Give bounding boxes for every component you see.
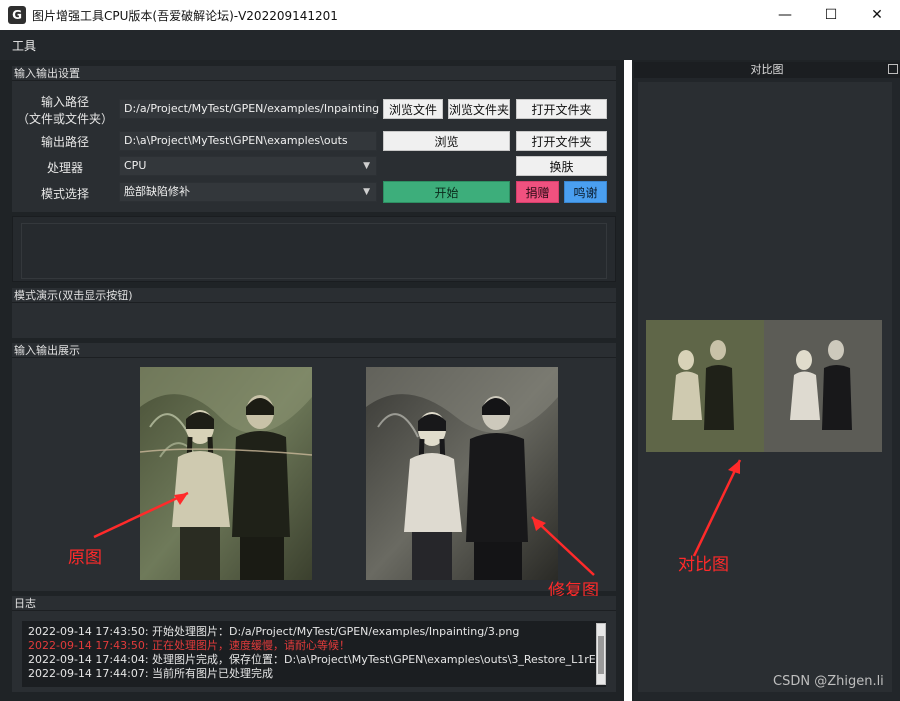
output-path-field[interactable]: D:\a\Project\MyTest\GPEN\examples\outs	[119, 131, 377, 151]
browse-file-button[interactable]: 浏览文件	[383, 99, 443, 119]
io-settings-title: 输入输出设置	[12, 66, 616, 81]
original-label: 原图	[68, 548, 102, 568]
arrow-restored-icon	[531, 516, 595, 576]
compare-pane: 对比图 对比图	[634, 62, 900, 700]
app-logo-icon: G	[8, 6, 26, 24]
window-title: 图片增强工具CPU版本(吾爱破解论坛)-V202209141201	[32, 8, 338, 23]
log-list[interactable]: 2022-09-14 17:43:50: 开始处理图片：D:/a/Project…	[22, 621, 606, 687]
io-display-title: 输入输出展示	[12, 343, 616, 358]
log-scrollbar[interactable]	[596, 623, 606, 685]
thanks-button[interactable]: 鸣谢	[564, 181, 607, 203]
compare-body: 对比图	[638, 82, 892, 692]
minimize-icon: —	[778, 7, 792, 23]
title-bar: G 图片增强工具CPU版本(吾爱破解论坛)-V202209141201 — ☐ …	[0, 0, 900, 30]
maximize-icon: ☐	[824, 7, 838, 23]
empty-panel-inner	[21, 223, 607, 279]
processor-value: CPU	[124, 159, 147, 172]
splitter[interactable]	[624, 60, 632, 701]
close-icon: ✕	[871, 7, 883, 23]
arrow-compare-icon	[692, 459, 742, 557]
compare-image	[646, 320, 882, 452]
open-folder-button[interactable]: 打开文件夹	[516, 99, 607, 119]
minimize-button[interactable]: —	[762, 0, 808, 30]
mode-demo-group: 模式演示(双击显示按钮)	[12, 288, 616, 338]
io-display-group: 输入输出展示 原图	[12, 343, 616, 591]
io-settings-group: 输入输出设置 输入路径 （文件或文件夹） D:/a/Project/MyTest…	[12, 66, 616, 212]
processor-select[interactable]: CPU ▼	[119, 156, 377, 176]
menu-tools[interactable]: 工具	[12, 37, 36, 54]
input-path-label: 输入路径	[40, 95, 89, 109]
undock-icon[interactable]	[888, 64, 898, 74]
log-group: 日志 2022-09-14 17:43:50: 开始处理图片：D:/a/Proj…	[12, 596, 616, 692]
output-path-label: 输出路径	[40, 135, 89, 149]
swap-skin-button[interactable]: 换肤	[516, 156, 607, 176]
input-path-sublabel: （文件或文件夹）	[16, 112, 113, 126]
donate-button[interactable]: 捐赠	[516, 181, 559, 203]
open-output-folder-button[interactable]: 打开文件夹	[516, 131, 607, 151]
menu-bar: 工具	[0, 30, 900, 60]
processor-label: 处理器	[46, 161, 83, 175]
browse-output-button[interactable]: 浏览	[383, 131, 510, 151]
start-button[interactable]: 开始	[383, 181, 510, 203]
arrow-original-icon	[93, 491, 189, 539]
compare-title: 对比图	[634, 62, 900, 78]
left-pane: 输入输出设置 输入路径 （文件或文件夹） D:/a/Project/MyTest…	[8, 62, 620, 700]
mode-demo-title: 模式演示(双击显示按钮)	[12, 288, 616, 303]
log-title: 日志	[12, 596, 616, 611]
log-line: 2022-09-14 17:44:04: 处理图片完成，保存位置：D:\a\Pr…	[28, 653, 606, 666]
log-line: 2022-09-14 17:43:50: 开始处理图片：D:/a/Project…	[28, 625, 520, 638]
close-button[interactable]: ✕	[854, 0, 900, 30]
log-line-error: 2022-09-14 17:43:50: 正在处理图片，速度缓慢，请耐心等候！	[28, 639, 351, 652]
chevron-down-icon: ▼	[363, 161, 370, 171]
chevron-down-icon: ▼	[363, 187, 370, 197]
maximize-button[interactable]: ☐	[808, 0, 854, 30]
mode-label: 模式选择	[40, 187, 89, 201]
input-path-field[interactable]: D:/a/Project/MyTest/GPEN/examples/Inpain…	[119, 99, 379, 119]
browse-folder-button[interactable]: 浏览文件夹	[448, 99, 510, 119]
mode-select[interactable]: 脸部缺陷修补 ▼	[119, 182, 377, 202]
log-line: 2022-09-14 17:44:07: 当前所有图片已处理完成	[28, 667, 274, 680]
mode-value: 脸部缺陷修补	[124, 185, 190, 198]
empty-panel	[12, 216, 616, 282]
scroll-thumb[interactable]	[598, 636, 604, 674]
compare-annotation: 对比图	[678, 555, 729, 575]
watermark: CSDN @Zhigen.li	[773, 674, 884, 689]
original-image	[140, 367, 312, 580]
